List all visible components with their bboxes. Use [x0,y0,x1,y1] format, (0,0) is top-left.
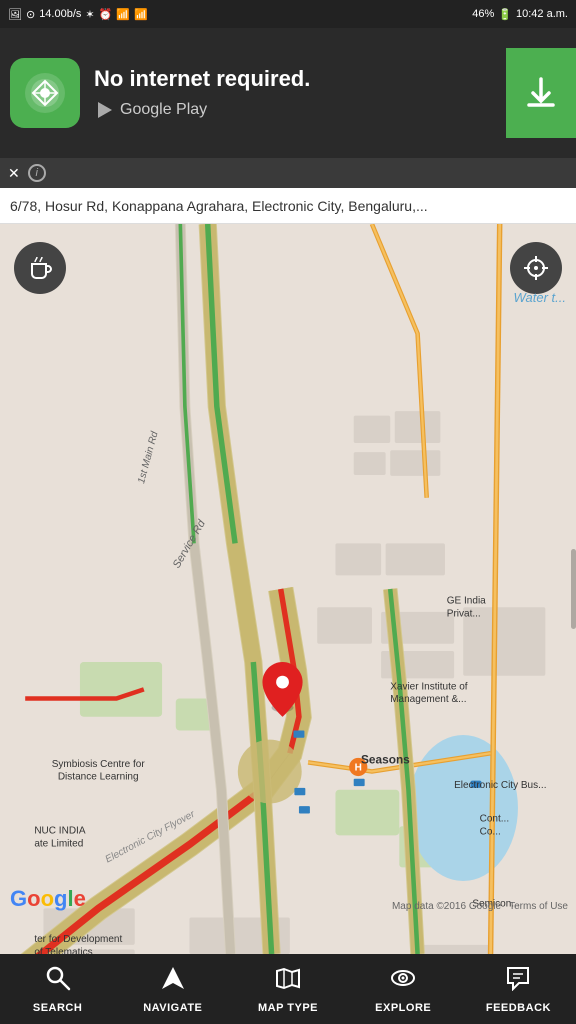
status-right: 46% 🔋 10:42 a.m. [472,8,568,21]
ad-banner[interactable]: No internet required. Google Play [0,28,576,158]
gallery-icon: 🖼 [8,8,22,21]
svg-text:NUC INDIA: NUC INDIA [34,826,86,837]
search-icon [45,965,71,998]
play-store-label: Google Play [120,101,207,119]
navigate-label: NAVIGATE [143,1002,202,1014]
app-icon [10,58,80,128]
bottom-nav: SEARCH NAVIGATE MAP TYPE EXPLORE [0,954,576,1024]
ad-text-block: No internet required. Google Play [94,66,506,120]
explore-icon [390,965,416,998]
coffee-button[interactable] [14,242,66,294]
speed-text: 14.00b/s [39,8,81,20]
nav-feedback[interactable]: FEEDBACK [461,965,576,1014]
svg-text:Management &...: Management &... [390,694,466,705]
nav-map-type[interactable]: MAP TYPE [230,965,345,1014]
svg-text:of Telematics: of Telematics [34,947,92,954]
svg-text:Seasons: Seasons [361,752,410,766]
scroll-indicator [571,549,576,629]
svg-text:Privat...: Privat... [447,608,481,619]
ad-play-store: Google Play [94,100,506,120]
bluetooth-icon: ✶ [85,8,94,21]
status-bar: 🖼 ⊙ 14.00b/s ✶ ⏰ 📶 📶 46% 🔋 10:42 a.m. [0,0,576,28]
status-left: 🖼 ⊙ 14.00b/s ✶ ⏰ 📶 📶 [8,8,148,21]
crosshair-button[interactable] [510,242,562,294]
map-svg: H Service Rd 1st Main Rd Electronic City… [0,224,576,954]
feedback-label: FEEDBACK [486,1002,551,1014]
battery-icon: 🔋 [498,8,512,21]
info-button[interactable]: i [28,164,46,182]
svg-text:ate Limited: ate Limited [34,838,83,849]
close-button[interactable]: ✕ [8,165,20,182]
nav-search[interactable]: SEARCH [0,965,115,1014]
battery-text: 46% [472,8,494,20]
explore-label: EXPLORE [375,1002,431,1014]
water-label: Water t... [514,290,567,305]
address-bar: 6/78, Hosur Rd, Konappana Agrahara, Elec… [0,188,576,224]
svg-text:Cont...: Cont... [480,814,510,825]
nav-explore[interactable]: EXPLORE [346,965,461,1014]
svg-text:GE India: GE India [447,596,486,607]
map-type-label: MAP TYPE [258,1002,318,1014]
signal-icon: 📶 [134,8,148,21]
svg-text:Xavier Institute of: Xavier Institute of [390,681,468,692]
navigate-icon [160,965,186,998]
map-area[interactable]: H Service Rd 1st Main Rd Electronic City… [0,224,576,954]
svg-text:ter for Development: ter for Development [34,934,122,945]
ad-title: No internet required. [94,66,506,92]
search-label: SEARCH [33,1002,82,1014]
svg-text:Co...: Co... [480,826,501,837]
terms-of-use-text: Terms of Use [509,901,568,912]
download-button[interactable] [506,48,576,138]
svg-text:Distance Learning: Distance Learning [58,772,139,783]
time-text: 10:42 a.m. [516,8,568,20]
wifi-icon: 📶 [116,8,130,21]
svg-text:Symbiosis Centre for: Symbiosis Centre for [52,759,146,770]
map-type-icon [275,965,301,998]
circle-icon: ⊙ [26,8,35,21]
map-attribution: Map data ©2016 Google Terms of Use [392,901,568,912]
address-text: 6/78, Hosur Rd, Konappana Agrahara, Elec… [10,198,428,214]
ad-close-bar: ✕ i [0,158,576,188]
feedback-icon [505,965,531,998]
map-data-text: Map data ©2016 Google [392,901,501,912]
svg-text:Electronic City Bus...: Electronic City Bus... [454,780,546,791]
nav-navigate[interactable]: NAVIGATE [115,965,230,1014]
alarm-icon: ⏰ [99,8,113,21]
